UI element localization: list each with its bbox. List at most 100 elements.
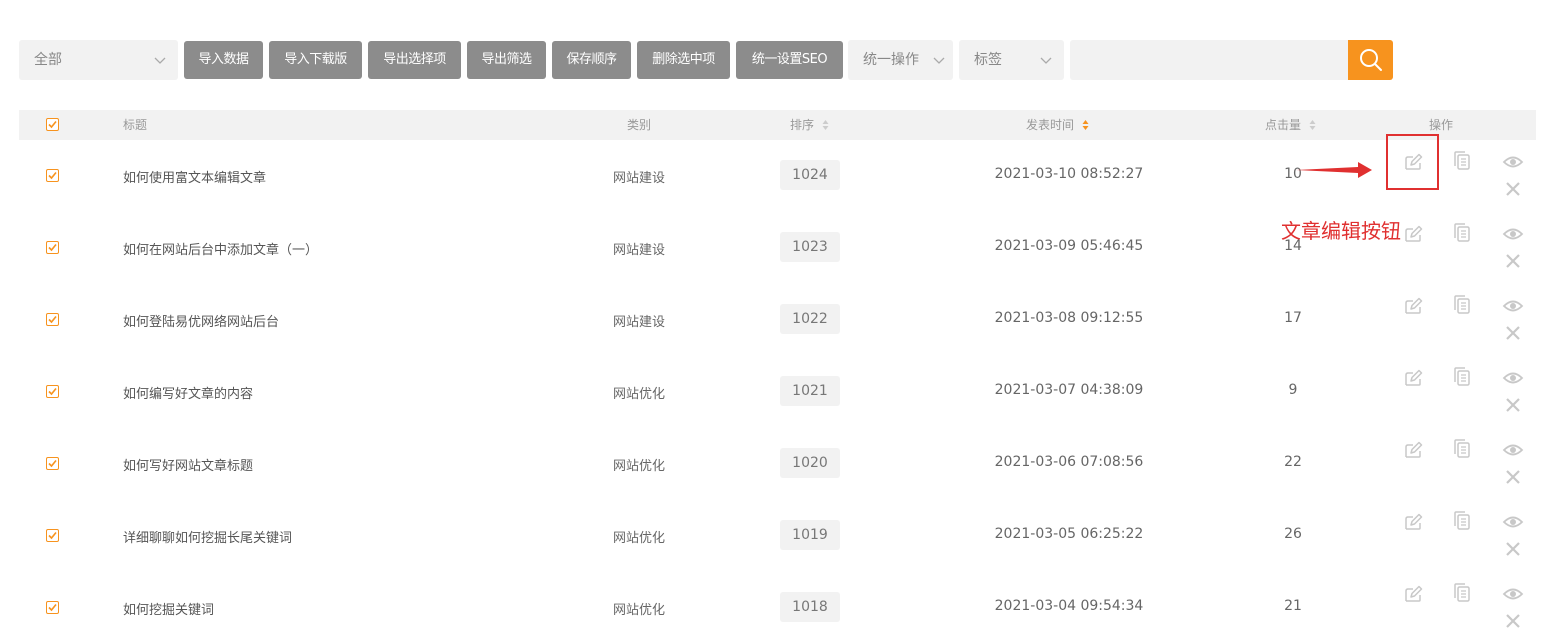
row-time: 2021-03-04 09:54:34 (994, 598, 1144, 614)
export-filtered-button[interactable]: 导出筛选 (467, 41, 546, 79)
row-category: 网站优化 (612, 603, 665, 618)
view-icon[interactable] (1502, 583, 1524, 605)
search-button[interactable] (1348, 40, 1393, 80)
row-hits: 26 (1284, 526, 1302, 542)
copy-icon[interactable] (1451, 150, 1473, 172)
import-download-button[interactable]: 导入下载版 (269, 41, 362, 79)
table-row: 如何挖掘关键词 网站优化 1018 2021-03-04 09:54:34 21 (19, 572, 1536, 640)
check-icon (48, 171, 57, 180)
view-icon[interactable] (1502, 151, 1524, 173)
row-order-input[interactable]: 1023 (780, 232, 840, 262)
header-order[interactable]: 排序 (790, 110, 829, 140)
header-title: 标题 (123, 118, 148, 132)
check-icon (48, 387, 57, 396)
import-data-button[interactable]: 导入数据 (184, 41, 263, 79)
edit-icon[interactable] (1402, 511, 1424, 533)
row-category: 网站优化 (612, 459, 665, 474)
row-hits: 9 (1288, 382, 1298, 398)
table-row: 如何写好网站文章标题 网站优化 1020 2021-03-06 07:08:56 22 (19, 428, 1536, 500)
row-title[interactable]: 如何编写好文章的内容 (123, 383, 253, 402)
row-time: 2021-03-09 05:46:45 (994, 238, 1144, 254)
edit-icon[interactable] (1402, 295, 1424, 317)
view-icon[interactable] (1502, 439, 1524, 461)
delete-icon[interactable] (1502, 322, 1524, 344)
row-category: 网站建设 (612, 315, 665, 330)
copy-icon[interactable] (1451, 510, 1473, 532)
table-row: 如何编写好文章的内容 网站优化 1021 2021-03-07 04:38:09 9 (19, 356, 1536, 428)
delete-icon[interactable] (1502, 178, 1524, 200)
row-order-input[interactable]: 1024 (780, 160, 840, 190)
row-order-input[interactable]: 1021 (780, 376, 840, 406)
copy-icon[interactable] (1451, 222, 1473, 244)
delete-icon[interactable] (1502, 538, 1524, 560)
row-category: 网站建设 (612, 243, 665, 258)
row-title[interactable]: 如何挖掘关键词 (123, 599, 214, 618)
tag-select[interactable]: 标签 (959, 40, 1064, 80)
view-icon[interactable] (1502, 295, 1524, 317)
row-order-input[interactable]: 1022 (780, 304, 840, 334)
header-time[interactable]: 发表时间 (1026, 110, 1089, 140)
chevron-down-icon (1040, 57, 1052, 64)
copy-icon[interactable] (1451, 438, 1473, 460)
row-time: 2021-03-07 04:38:09 (994, 382, 1144, 398)
edit-icon[interactable] (1402, 439, 1424, 461)
row-order-input[interactable]: 1020 (780, 448, 840, 478)
row-order-input[interactable]: 1018 (780, 592, 840, 622)
chevron-down-icon (154, 57, 166, 64)
header-hits-label: 点击量 (1265, 118, 1302, 132)
edit-icon[interactable] (1402, 367, 1424, 389)
view-icon[interactable] (1502, 511, 1524, 533)
view-icon[interactable] (1502, 223, 1524, 245)
row-category: 网站优化 (612, 531, 665, 546)
table-row: 详细聊聊如何挖掘长尾关键词 网站优化 1019 2021-03-05 06:25:22… (19, 500, 1536, 572)
row-title[interactable]: 如何登陆易优网络网站后台 (123, 311, 279, 330)
category-select-value: 全部 (34, 52, 62, 68)
row-title[interactable]: 如何使用富文本编辑文章 (123, 167, 266, 186)
row-time: 2021-03-08 09:12:55 (994, 310, 1144, 326)
table-row: 如何登陆易优网络网站后台 网站建设 1022 2021-03-08 09:12:55 1… (19, 284, 1536, 356)
export-selected-button[interactable]: 导出选择项 (368, 41, 461, 79)
toolbar: 全部 导入数据 导入下载版 导出选择项 导出筛选 保存顺序 删除选中项 统一设置… (19, 40, 1399, 80)
row-hits: 21 (1284, 598, 1302, 614)
batch-action-value: 统一操作 (863, 52, 919, 68)
row-time: 2021-03-06 07:08:56 (994, 454, 1144, 470)
row-title[interactable]: 如何写好网站文章标题 (123, 455, 253, 474)
row-hits: 22 (1284, 454, 1302, 470)
header-order-label: 排序 (790, 118, 815, 132)
save-order-button[interactable]: 保存顺序 (552, 41, 631, 79)
row-time: 2021-03-05 06:25:22 (994, 526, 1144, 542)
delete-icon[interactable] (1502, 466, 1524, 488)
category-select[interactable]: 全部 (19, 40, 178, 80)
check-icon (48, 531, 57, 540)
header-hits[interactable]: 点击量 (1265, 110, 1316, 140)
edit-icon[interactable] (1402, 223, 1424, 245)
header-category: 类别 (627, 118, 652, 132)
sort-icon (1309, 119, 1316, 130)
edit-icon[interactable] (1402, 583, 1424, 605)
batch-action-select[interactable]: 统一操作 (848, 40, 953, 80)
copy-icon[interactable] (1451, 582, 1473, 604)
copy-icon[interactable] (1451, 366, 1473, 388)
delete-icon[interactable] (1502, 394, 1524, 416)
check-icon (48, 603, 57, 612)
row-hits: 17 (1284, 310, 1302, 326)
copy-icon[interactable] (1451, 294, 1473, 316)
view-icon[interactable] (1502, 367, 1524, 389)
chevron-down-icon (933, 57, 945, 64)
delete-icon[interactable] (1502, 250, 1524, 272)
tag-select-value: 标签 (974, 52, 1002, 68)
row-title[interactable]: 详细聊聊如何挖掘长尾关键词 (123, 527, 292, 546)
batch-seo-button[interactable]: 统一设置SEO (736, 41, 843, 79)
row-order-input[interactable]: 1019 (780, 520, 840, 550)
check-icon (48, 459, 57, 468)
row-title[interactable]: 如何在网站后台中添加文章（一） (123, 239, 318, 258)
row-category: 网站建设 (612, 171, 665, 186)
search-input[interactable] (1070, 40, 1350, 80)
delete-selected-button[interactable]: 删除选中项 (637, 41, 730, 79)
row-category: 网站优化 (612, 387, 665, 402)
check-icon (48, 243, 57, 252)
row-time: 2021-03-10 08:52:27 (994, 166, 1144, 182)
delete-icon[interactable] (1502, 610, 1524, 632)
annotation-label: 文章编辑按钮 (1281, 219, 1401, 243)
check-icon (48, 315, 57, 324)
